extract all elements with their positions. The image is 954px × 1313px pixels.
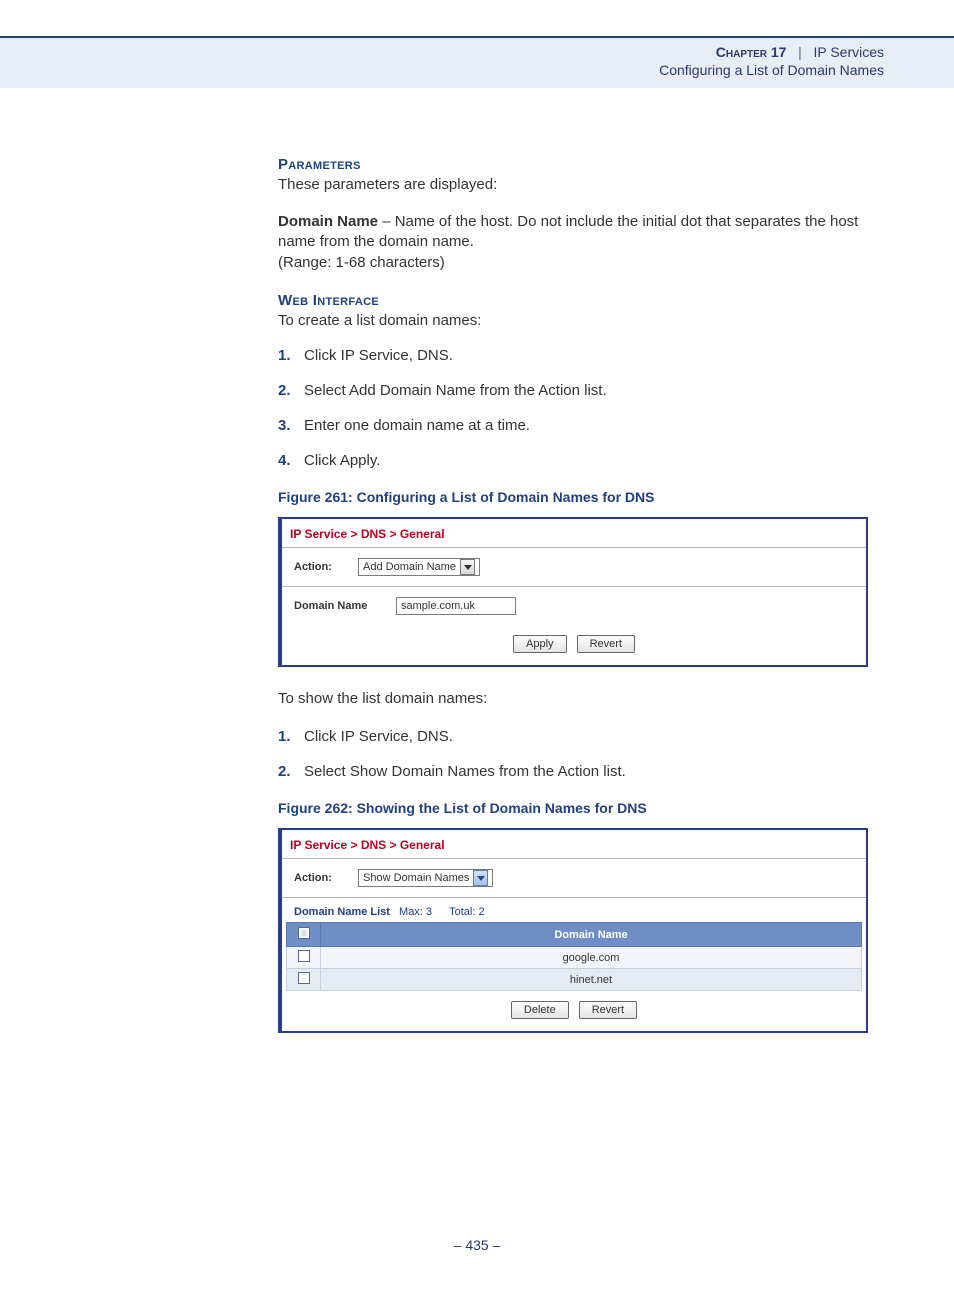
domain-name-range: (Range: 1-68 characters) xyxy=(278,254,445,271)
domain-cell: hinet.net xyxy=(321,969,862,991)
header-title: IP Services xyxy=(813,44,884,60)
show-step: Click IP Service, DNS. xyxy=(278,726,884,747)
checkbox-icon xyxy=(298,927,310,939)
domain-list-total: Total: 2 xyxy=(449,906,484,918)
table-row: hinet.net xyxy=(287,969,862,991)
domain-name-input-value: sample.com.uk xyxy=(401,600,475,612)
chevron-down-icon xyxy=(473,870,488,886)
row-checkbox[interactable] xyxy=(287,969,321,991)
figure-262-caption: Figure 262: Showing the List of Domain N… xyxy=(278,800,884,816)
domain-name-input[interactable]: sample.com.uk xyxy=(396,597,516,615)
parameters-heading: Parameters xyxy=(278,156,884,173)
page-number: – 435 – xyxy=(454,1237,501,1253)
delete-button[interactable]: Delete xyxy=(511,1001,569,1019)
figure-261-caption: Figure 261: Configuring a List of Domain… xyxy=(278,489,884,505)
table-header-row: Domain Name xyxy=(287,923,862,947)
domain-list-max: Max: 3 xyxy=(399,906,432,918)
checkbox-icon xyxy=(298,950,310,962)
header-subtitle: Configuring a List of Domain Names xyxy=(0,62,884,78)
chapter-label: Chapter 17 xyxy=(716,44,787,60)
fig262-breadcrumb: IP Service > DNS > General xyxy=(282,830,866,858)
table-row: google.com xyxy=(287,947,862,969)
chevron-down-icon xyxy=(460,559,475,575)
page-header: Chapter 17 | IP Services Configuring a L… xyxy=(0,38,954,88)
create-step: Click IP Service, DNS. xyxy=(278,345,884,366)
fig261-breadcrumb: IP Service > DNS > General xyxy=(282,519,866,547)
domain-cell: google.com xyxy=(321,947,862,969)
action-select[interactable]: Show Domain Names xyxy=(358,869,493,887)
domain-name-field-label: Domain Name xyxy=(294,600,384,612)
pipe-separator: | xyxy=(790,44,809,60)
create-step: Select Add Domain Name from the Action l… xyxy=(278,380,884,401)
show-intro: To show the list domain names: xyxy=(278,689,884,710)
figure-262: IP Service > DNS > General Action: Show … xyxy=(278,828,868,1033)
parameters-intro: These parameters are displayed: xyxy=(278,175,884,196)
select-all-header[interactable] xyxy=(287,923,321,947)
action-select-value: Show Domain Names xyxy=(363,872,469,884)
apply-button[interactable]: Apply xyxy=(513,635,567,653)
action-label: Action: xyxy=(294,872,346,884)
revert-button[interactable]: Revert xyxy=(577,635,635,653)
create-step: Click Apply. xyxy=(278,450,884,471)
show-steps: Click IP Service, DNS. Select Show Domai… xyxy=(278,726,884,782)
domain-name-label: Domain Name xyxy=(278,213,378,230)
column-header-domain: Domain Name xyxy=(321,923,862,947)
create-intro: To create a list domain names: xyxy=(278,311,884,332)
action-label: Action: xyxy=(294,561,346,573)
figure-261: IP Service > DNS > General Action: Add D… xyxy=(278,517,868,667)
create-steps: Click IP Service, DNS. Select Add Domain… xyxy=(278,345,884,471)
content: Parameters These parameters are displaye… xyxy=(0,88,954,1313)
checkbox-icon xyxy=(298,972,310,984)
create-step: Enter one domain name at a time. xyxy=(278,415,884,436)
domain-table: Domain Name google.com hinet.net xyxy=(286,922,862,991)
show-step: Select Show Domain Names from the Action… xyxy=(278,761,884,782)
action-select-value: Add Domain Name xyxy=(363,561,456,573)
web-interface-heading: Web Interface xyxy=(278,292,884,309)
revert-button[interactable]: Revert xyxy=(579,1001,637,1019)
action-select[interactable]: Add Domain Name xyxy=(358,558,480,576)
row-checkbox[interactable] xyxy=(287,947,321,969)
domain-list-title: Domain Name List xyxy=(294,906,390,918)
page-footer: – 435 – xyxy=(0,1207,954,1293)
